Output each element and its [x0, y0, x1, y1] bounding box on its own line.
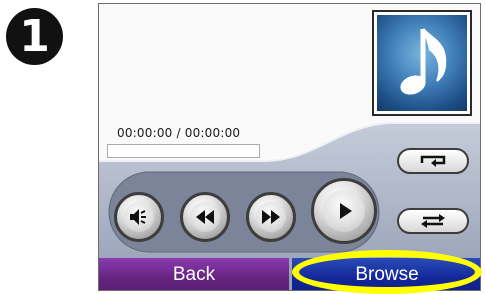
shuffle-icon	[421, 214, 445, 228]
rewind-icon	[195, 209, 214, 224]
play-button[interactable]	[311, 178, 377, 244]
step-number-badge: 1	[6, 8, 63, 65]
rewind-button[interactable]	[180, 192, 230, 242]
shuffle-button[interactable]	[397, 208, 469, 234]
volume-button[interactable]	[114, 192, 164, 242]
back-button[interactable]: Back	[99, 258, 289, 290]
media-player-screen: 00:00:00 / 00:00:00 Back Browse	[98, 3, 481, 291]
time-display: 00:00:00 / 00:00:00	[117, 126, 241, 140]
play-icon	[340, 203, 352, 219]
fast-forward-button[interactable]	[246, 192, 296, 242]
repeat-button[interactable]	[397, 148, 469, 174]
music-note-icon	[400, 28, 447, 95]
fast-forward-icon	[261, 209, 280, 224]
speaker-icon	[129, 208, 146, 225]
browse-highlight-ring	[292, 250, 482, 294]
album-art	[372, 10, 472, 116]
repeat-icon	[420, 155, 446, 167]
progress-bar[interactable]	[107, 144, 260, 158]
